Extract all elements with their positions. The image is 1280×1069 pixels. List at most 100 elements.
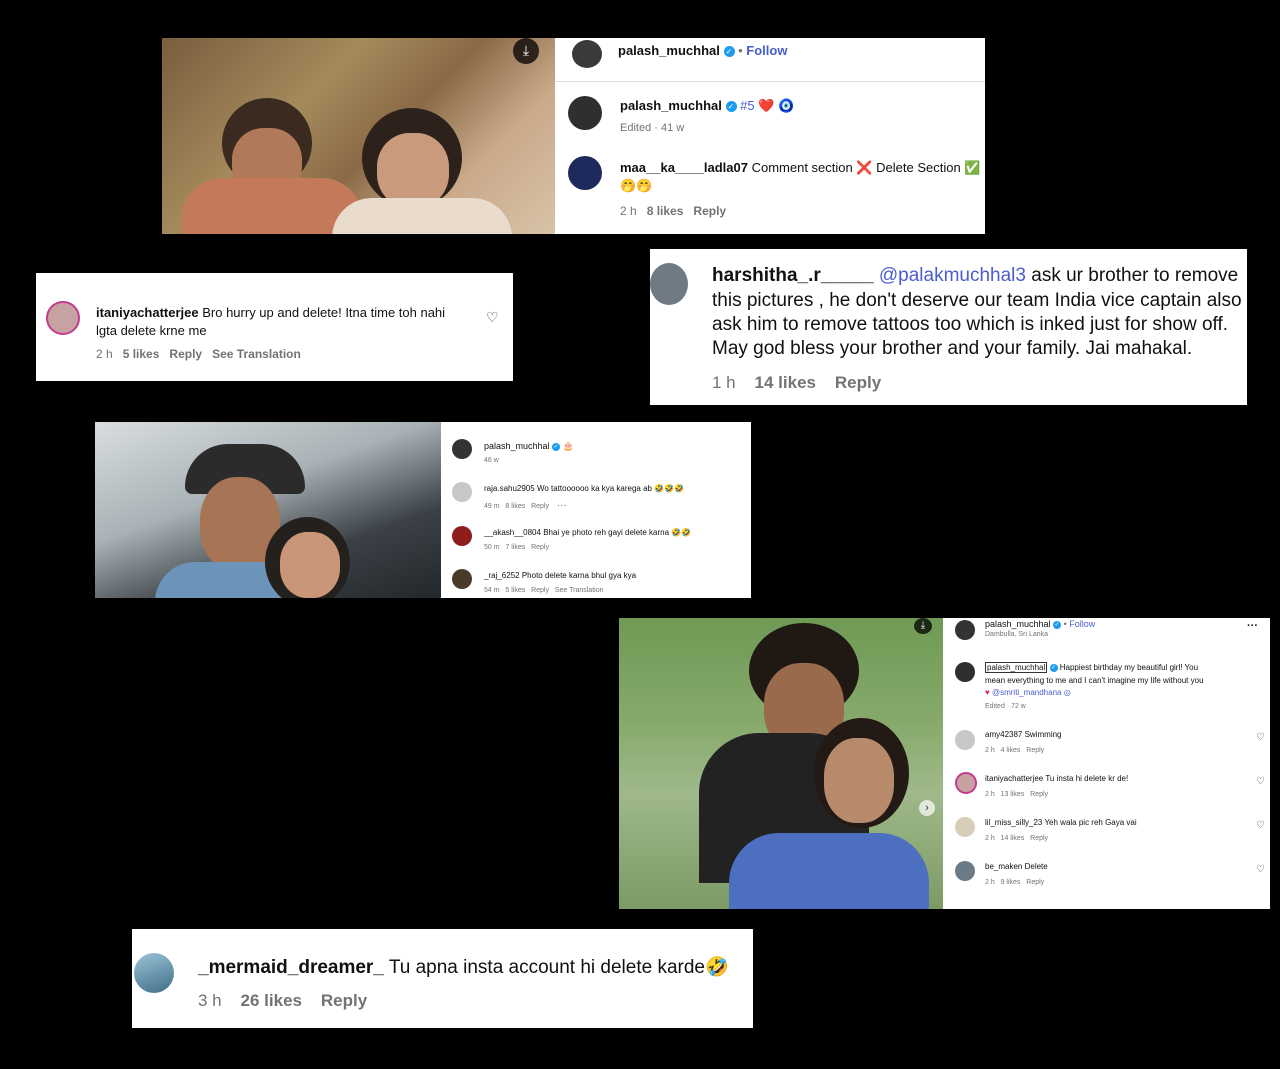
comment-username[interactable]: maa__ka____ladla07	[620, 160, 748, 175]
comment-text: Wo tattoooooo ka kya karega ab 🤣🤣🤣	[536, 484, 685, 493]
avatar[interactable]	[955, 620, 975, 640]
comment-row: itaniyachatterjee Tu insta hi delete kr …	[985, 774, 1128, 783]
see-translation-link[interactable]: See Translation	[212, 347, 301, 361]
avatar[interactable]	[955, 662, 975, 682]
caption-line2: mean everything to me and I can't imagin…	[985, 676, 1204, 685]
post-username[interactable]: palash_muchhal	[620, 98, 722, 113]
comment-time: 2 h	[620, 204, 637, 218]
avatar[interactable]	[46, 301, 80, 335]
comment-text: Yeh wala pic reh Gaya vai	[1044, 818, 1137, 827]
post-meta: 46 w	[484, 457, 499, 464]
comment-text: Bro hurry up and delete! Itna time toh n…	[202, 305, 446, 320]
screenshot-comment-2: itaniyachatterjee Bro hurry up and delet…	[36, 273, 513, 381]
caption-emoji: ❤️ 🧿	[758, 98, 795, 113]
comment-likes[interactable]: 4 likes	[1001, 747, 1021, 754]
reply-button[interactable]: Reply	[693, 204, 726, 218]
reply-button[interactable]: Reply	[321, 991, 367, 1010]
download-icon[interactable]: ⤓	[914, 618, 932, 634]
comment-text-line4: May god bless your brother and your fami…	[712, 338, 1193, 359]
avatar[interactable]	[572, 40, 602, 68]
comment-meta: 50 m 7 likes Reply	[484, 544, 549, 551]
reply-button[interactable]: Reply	[531, 587, 549, 594]
comment-likes[interactable]: 13 likes	[1001, 791, 1025, 798]
header-username[interactable]: palash_muchhal	[618, 43, 720, 58]
avatar[interactable]	[568, 156, 602, 190]
avatar[interactable]	[452, 569, 472, 589]
comment-likes[interactable]: 14 likes	[1001, 835, 1025, 842]
post-photo[interactable]	[162, 38, 555, 234]
heart-icon[interactable]: ♡	[1256, 732, 1265, 743]
post-photo[interactable]	[619, 618, 943, 909]
comment-username[interactable]: itaniyachatterjee	[96, 305, 199, 320]
comment-likes[interactable]: 9 likes	[1001, 879, 1021, 886]
reply-button[interactable]: Reply	[835, 373, 881, 392]
post-username[interactable]: palash_muchhal	[484, 441, 550, 451]
comment-time: 3 h	[198, 991, 222, 1010]
comment-likes[interactable]: 5 likes	[505, 587, 525, 594]
comment-likes[interactable]: 8 likes	[505, 503, 525, 510]
header-username[interactable]: palash_muchhal	[985, 619, 1051, 629]
comment-likes[interactable]: 14 likes	[755, 373, 816, 392]
comment-meta: 2 h 8 likes Reply	[620, 204, 726, 218]
comment-time: 2 h	[985, 879, 995, 886]
comment-username[interactable]: be_maken	[985, 862, 1022, 871]
header-row: palash_muchhal ✓ • Follow	[618, 43, 788, 58]
heart-icon[interactable]: ♡	[1256, 820, 1265, 831]
avatar[interactable]	[452, 439, 472, 459]
more-options-icon[interactable]: ···	[557, 500, 567, 511]
avatar[interactable]	[650, 263, 688, 305]
comment-username[interactable]: amy42387	[985, 730, 1022, 739]
avatar[interactable]	[955, 772, 977, 794]
comment-username[interactable]: lil_miss_silly_23	[985, 818, 1042, 827]
chevron-right-icon[interactable]: ›	[919, 800, 935, 816]
more-options-icon[interactable]: ···	[1247, 620, 1258, 632]
comment-likes[interactable]: 7 likes	[505, 544, 525, 551]
comment-text: Delete	[1024, 862, 1048, 871]
comment-time: 2 h	[985, 747, 995, 754]
post-meta: Edited · 72 w	[985, 703, 1026, 710]
comment-meta: 54 m 5 likes Reply See Translation	[484, 587, 604, 594]
avatar[interactable]	[955, 730, 975, 750]
heart-icon[interactable]: ♡	[1256, 864, 1265, 875]
verified-badge-icon: ✓	[723, 46, 735, 58]
follow-button[interactable]: Follow	[746, 43, 787, 58]
comment-username[interactable]: itaniyachatterjee	[985, 774, 1043, 783]
comment-username[interactable]: harshitha_.r_____	[712, 265, 874, 286]
reply-button[interactable]: Reply	[169, 347, 202, 361]
comment-username[interactable]: raja.sahu2905	[484, 484, 535, 493]
reply-button[interactable]: Reply	[531, 544, 549, 551]
comment-row: raja.sahu2905 Wo tattoooooo ka kya kareg…	[484, 484, 684, 493]
comment-username[interactable]: __akash__0804	[484, 528, 541, 537]
avatar[interactable]	[134, 953, 174, 993]
see-translation-link[interactable]: See Translation	[555, 587, 604, 594]
reply-button[interactable]: Reply	[1030, 835, 1048, 842]
avatar[interactable]	[452, 526, 472, 546]
mention-link[interactable]: @palakmuchhal3	[879, 265, 1026, 286]
avatar[interactable]	[955, 817, 975, 837]
comment-likes[interactable]: 5 likes	[123, 347, 160, 361]
heart-icon[interactable]: ♡	[486, 309, 499, 326]
comment-username[interactable]: _raj_6252	[484, 571, 520, 580]
comment-likes[interactable]: 26 likes	[241, 991, 302, 1010]
heart-icon[interactable]: ♡	[1256, 776, 1265, 787]
caption-line3: ♥ @smriti_mandhana ◎	[985, 688, 1071, 697]
follow-button[interactable]: Follow	[1069, 619, 1095, 629]
post-username[interactable]: palash_muchhal	[985, 662, 1048, 673]
verified-badge-icon: ✓	[552, 442, 561, 451]
avatar[interactable]	[955, 861, 975, 881]
avatar[interactable]	[568, 96, 602, 130]
reply-button[interactable]: Reply	[531, 503, 549, 510]
comment-username[interactable]: _mermaid_dreamer_	[198, 957, 384, 978]
reply-button[interactable]: Reply	[1026, 879, 1044, 886]
comment-time: 50 m	[484, 544, 500, 551]
hashtag-link[interactable]: #5	[740, 98, 754, 113]
download-icon[interactable]: ⤓	[513, 38, 539, 64]
reply-button[interactable]: Reply	[1026, 747, 1044, 754]
avatar[interactable]	[452, 482, 472, 502]
location-label[interactable]: Dambulla, Sri Lanka	[985, 631, 1048, 638]
comment-text: Tu apna insta account hi delete karde🤣	[388, 957, 729, 978]
reply-button[interactable]: Reply	[1030, 791, 1048, 798]
mention-link[interactable]: @smriti_mandhana	[992, 688, 1061, 697]
comment-likes[interactable]: 8 likes	[647, 204, 684, 218]
post-photo[interactable]	[95, 422, 441, 598]
